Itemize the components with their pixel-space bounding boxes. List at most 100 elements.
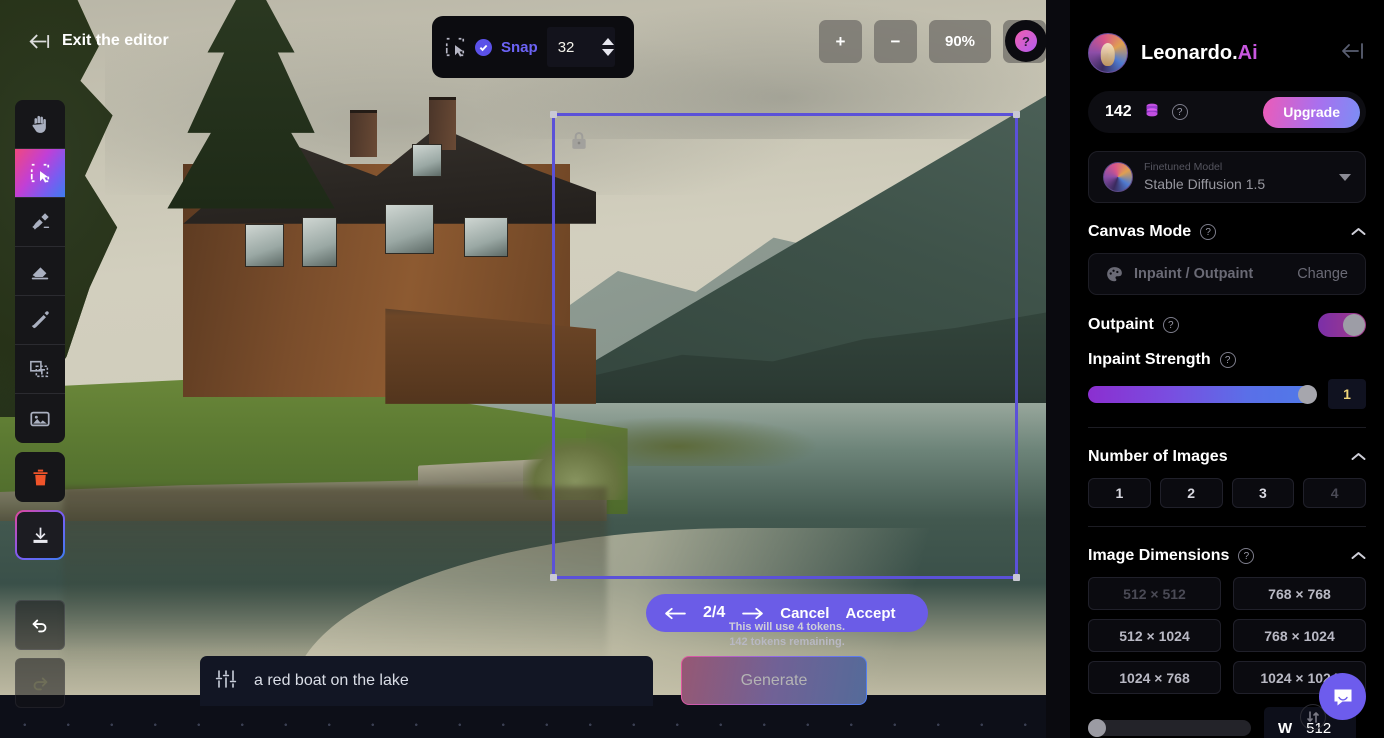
- artwork-window: [411, 143, 443, 178]
- artwork-window: [385, 203, 434, 254]
- undo-button[interactable]: [15, 600, 65, 650]
- eraser-icon: [31, 267, 49, 280]
- num-images-option-1[interactable]: 1: [1088, 478, 1151, 508]
- trash-icon: [33, 469, 47, 485]
- number-of-images-header: Number of Images: [1088, 448, 1366, 466]
- model-selector[interactable]: Finetuned Model Stable Diffusion 1.5: [1088, 151, 1366, 203]
- selection-handle-ne[interactable]: [1013, 111, 1020, 118]
- outpaint-toggle[interactable]: [1318, 313, 1366, 337]
- dimension-preset-768x768[interactable]: 768 × 768: [1233, 577, 1366, 610]
- upgrade-button[interactable]: Upgrade: [1263, 96, 1360, 128]
- token-usage-text: This will use 4 tokens.: [728, 621, 846, 633]
- check-circle-icon: [479, 44, 488, 51]
- inpaint-strength-row: Inpaint Strength ?: [1088, 351, 1366, 369]
- image-dimension-presets: 512 × 512 768 × 768 512 × 1024 768 × 102…: [1088, 577, 1366, 694]
- token-remaining-text: 142 tokens remaining.: [729, 635, 845, 648]
- exit-editor-button[interactable]: Exit the editor: [28, 32, 169, 50]
- triangle-down-icon[interactable]: [601, 49, 614, 56]
- zoom-in-button[interactable]: +: [819, 20, 862, 63]
- inpaint-strength-slider[interactable]: [1088, 384, 1317, 404]
- triangle-up-icon[interactable]: [601, 38, 614, 45]
- selection-handle-nw[interactable]: [550, 111, 557, 118]
- text-tool[interactable]: [15, 345, 65, 394]
- width-label: W: [1278, 719, 1293, 737]
- dimension-preset-768x1024[interactable]: 768 × 1024: [1233, 619, 1366, 652]
- image-tool[interactable]: [15, 394, 65, 443]
- snap-toolbar: Snap: [432, 16, 634, 78]
- num-images-option-2[interactable]: 2: [1159, 478, 1223, 508]
- number-of-images-title: Number of Images: [1088, 448, 1228, 465]
- slider-knob[interactable]: [1298, 384, 1317, 404]
- selection-handle-se[interactable]: [1013, 574, 1020, 581]
- zoom-level-display[interactable]: 90%: [929, 20, 991, 63]
- hand-tool[interactable]: [15, 100, 65, 149]
- canvas-mode-collapse-button[interactable]: [1351, 223, 1366, 241]
- accept-button[interactable]: Accept: [845, 605, 895, 622]
- collapse-panel-button[interactable]: [1340, 42, 1366, 65]
- image-icon: [30, 411, 50, 426]
- snap-checkbox[interactable]: [475, 38, 492, 56]
- dimension-preset-512x512[interactable]: 512 × 512: [1088, 577, 1221, 610]
- download-button[interactable]: [15, 510, 65, 560]
- model-avatar: [1103, 162, 1133, 192]
- credits-help-icon[interactable]: ?: [1171, 104, 1188, 120]
- dimension-preset-1024x768[interactable]: 1024 × 768: [1088, 661, 1221, 694]
- canvas-selection-box[interactable]: [550, 111, 1020, 581]
- help-badge-button[interactable]: ?: [1005, 20, 1047, 62]
- collapse-panel-icon: [1342, 42, 1363, 59]
- image-dimensions-title: Image Dimensions: [1088, 547, 1230, 564]
- chevron-up-icon: [1351, 552, 1366, 559]
- arrow-right-icon[interactable]: [741, 606, 764, 621]
- text-box-icon: [30, 360, 49, 378]
- cancel-button[interactable]: Cancel: [780, 605, 829, 622]
- select-tool[interactable]: [15, 149, 65, 198]
- chevron-down-icon[interactable]: [1339, 173, 1351, 181]
- token-info: This will use 4 tokens. 142 tokens remai…: [646, 620, 928, 650]
- inpaint-strength-value[interactable]: 1: [1328, 379, 1366, 409]
- num-images-option-4[interactable]: 4: [1303, 478, 1366, 508]
- selection-handle-sw[interactable]: [550, 574, 557, 581]
- credit-amount: 142: [1105, 103, 1132, 120]
- delete-button[interactable]: [15, 452, 65, 502]
- marquee-select-icon[interactable]: [444, 36, 466, 58]
- dimension-preset-512x1024[interactable]: 512 × 1024: [1088, 619, 1221, 652]
- history-controls: [15, 600, 65, 716]
- width-slider-knob[interactable]: [1088, 719, 1106, 737]
- outpaint-label: Outpaint: [1088, 316, 1154, 333]
- prompt-input[interactable]: [254, 672, 584, 690]
- arrow-left-icon[interactable]: [664, 606, 687, 621]
- leonardo-logo-icon: [1088, 33, 1128, 73]
- outpaint-help-icon[interactable]: ?: [1162, 317, 1179, 333]
- eraser-tool[interactable]: [15, 247, 65, 296]
- change-mode-button[interactable]: Change: [1297, 266, 1348, 282]
- num-images-option-3[interactable]: 3: [1231, 478, 1295, 508]
- canvas-mode-card[interactable]: Inpaint / Outpaint Change: [1088, 253, 1366, 295]
- number-of-images-collapse-button[interactable]: [1351, 448, 1366, 466]
- image-dimensions-header: Image Dimensions ?: [1088, 547, 1366, 565]
- prompt-settings-button[interactable]: [214, 667, 238, 696]
- redo-button[interactable]: [15, 658, 65, 708]
- snap-spinner[interactable]: [601, 38, 614, 56]
- undo-arrow-icon: [32, 619, 47, 633]
- marquee-select-icon: [30, 163, 50, 183]
- chat-support-button[interactable]: [1319, 673, 1366, 720]
- pencil-tool[interactable]: [15, 296, 65, 345]
- inpaint-strength-slider-row: 1: [1088, 379, 1366, 409]
- artwork-chimney: [429, 97, 456, 151]
- brand-name-accent: Ai: [1237, 41, 1258, 64]
- hand-icon: [32, 115, 46, 133]
- snap-label: Snap: [501, 38, 538, 56]
- image-dimensions-collapse-button[interactable]: [1351, 547, 1366, 565]
- brand-name-main: Leonardo.: [1141, 41, 1238, 64]
- brush-tool[interactable]: [15, 198, 65, 247]
- model-label: Finetuned Model: [1144, 161, 1223, 174]
- inpaint-strength-label: Inpaint Strength: [1088, 351, 1211, 368]
- panel-header: Leonardo.Ai: [1088, 0, 1366, 73]
- generate-button[interactable]: Generate: [681, 656, 867, 705]
- width-slider[interactable]: [1088, 719, 1251, 737]
- image-dimensions-help-icon[interactable]: ?: [1238, 548, 1255, 564]
- zoom-out-button[interactable]: −: [874, 20, 917, 63]
- canvas-mode-help-icon[interactable]: ?: [1200, 224, 1217, 240]
- prompt-bar: [200, 656, 653, 706]
- inpaint-strength-help-icon[interactable]: ?: [1219, 352, 1236, 368]
